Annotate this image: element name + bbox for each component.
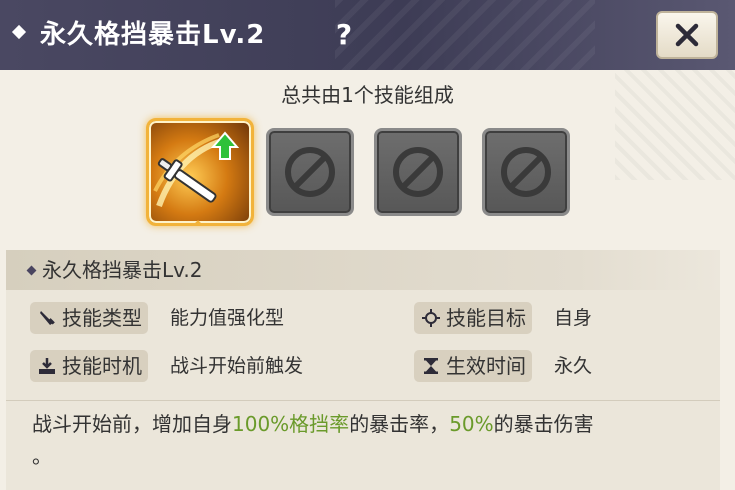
skill-timing-value: 战斗开始前触发 [170,355,304,377]
prohibited-icon [285,147,335,197]
skill-type-tag: 技能类型 [30,302,148,334]
desc-highlight-block: 100%格挡率 [232,412,350,436]
skill-slot-3[interactable] [374,128,462,216]
skill-description: 战斗开始前，增加自身100%格挡率的暴击率，50%的暴击伤害。 [32,408,712,472]
skill-type-label: 技能类型 [62,306,142,330]
skill-info-header: 永久格挡暴击Lv.2 [6,250,720,290]
download-tray-icon [39,358,55,374]
composition-text: 总共由1个技能组成 [281,83,454,107]
close-x-icon [675,23,699,47]
skill-target-tag: 技能目标 [414,302,532,334]
hourglass-icon [424,358,438,374]
close-button[interactable] [656,11,718,59]
blade-icon [40,311,55,325]
skill-type-value: 能力值强化型 [170,307,285,329]
crosshair-icon [422,309,440,327]
desc-highlight-damage: 50% [449,412,494,436]
skill-target-value: 自身 [554,307,593,329]
skill-timing-tag: 技能时机 [30,350,148,382]
prohibited-icon [501,147,551,197]
skill-slot-1[interactable] [146,118,254,226]
skill-duration-label: 生效时间 [446,354,526,378]
skill-name: 永久格挡暴击Lv.2 [42,258,203,282]
window-title: 永久格挡暴击Lv.2 [40,20,266,50]
skill-slot-4[interactable] [482,128,570,216]
skill-slot-2[interactable] [266,128,354,216]
header-diamond-icon [26,265,37,276]
skill-timing-label: 技能时机 [62,354,142,378]
info-divider [6,400,720,401]
desc-text-3: 的暴击伤害 [493,412,594,436]
skill-target-label: 技能目标 [446,306,526,330]
desc-text-1: 战斗开始前，增加自身 [32,412,232,436]
prohibited-icon [393,147,443,197]
title-bar-pattern [335,0,595,70]
title-bar: 永久格挡暴击Lv.2 ? [0,0,735,70]
sword-upgrade-icon [153,131,240,208]
skill-duration-tag: 生效时间 [414,350,532,382]
title-diamond-icon [11,24,27,40]
skill-panel: 总共由1个技能组成 永久格挡暴击Lv.2 技能类型 能力值强化型 技能目标 自身… [0,70,735,490]
skill-duration-value: 永久 [554,355,593,377]
help-button[interactable]: ? [330,17,358,53]
desc-text-4: 。 [32,444,52,468]
skill-info-body: 技能类型 能力值强化型 技能目标 自身 技能时机 战斗开始前触发 生效时间 永久… [6,290,720,490]
desc-text-2: 的暴击率， [349,412,450,436]
